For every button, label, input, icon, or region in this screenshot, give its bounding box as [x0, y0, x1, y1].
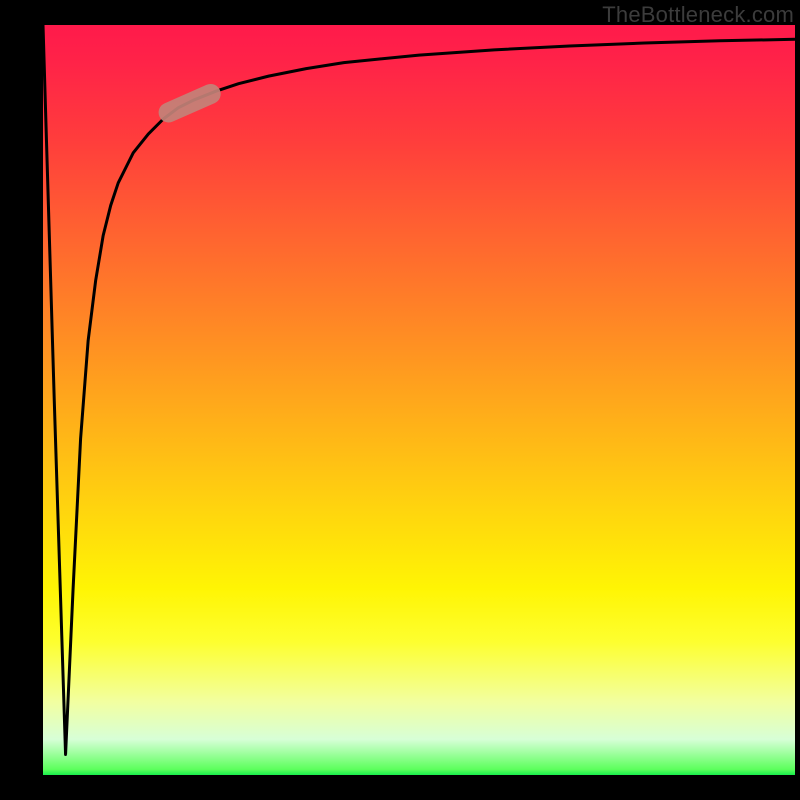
chart-svg — [43, 25, 795, 777]
highlight-pill — [155, 81, 223, 126]
chart-container: TheBottleneck.com — [0, 0, 800, 800]
bottleneck-curve — [43, 25, 795, 754]
attribution-text: TheBottleneck.com — [602, 2, 794, 28]
highlight-marker-group — [155, 81, 223, 126]
